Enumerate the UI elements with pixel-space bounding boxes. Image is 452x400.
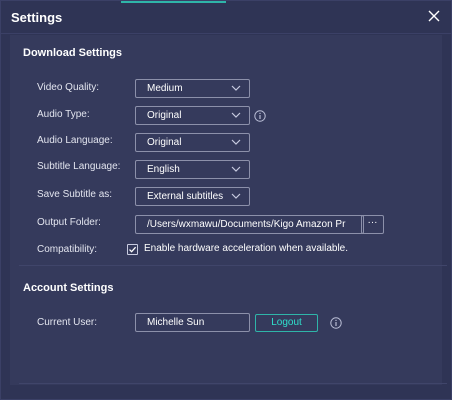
save-subtitle-value: External subtitles: [147, 191, 224, 202]
video-quality-select[interactable]: Medium: [135, 79, 250, 98]
hardware-acceleration-label: Enable hardware acceleration when availa…: [144, 243, 349, 254]
chevron-down-icon: [231, 193, 241, 199]
audio-type-select[interactable]: Original: [135, 106, 250, 125]
subtitle-language-label: Subtitle Language:: [37, 161, 121, 172]
browse-folder-button[interactable]: ···: [361, 215, 384, 234]
chevron-down-icon: [231, 166, 241, 172]
save-subtitle-label: Save Subtitle as:: [37, 189, 113, 200]
logout-button[interactable]: Logout: [255, 314, 318, 332]
audio-language-select[interactable]: Original: [135, 133, 250, 152]
chevron-down-icon: [231, 139, 241, 145]
close-button[interactable]: [427, 9, 441, 23]
checkmark-icon: [129, 246, 137, 253]
settings-panel: Download Settings Video Quality: Medium …: [10, 35, 447, 385]
dialog-title: Settings: [11, 10, 63, 25]
section-divider: [19, 265, 447, 266]
video-quality-label: Video Quality:: [37, 82, 100, 93]
bottom-divider: [19, 383, 447, 384]
subtitle-language-value: English: [147, 164, 180, 175]
info-icon[interactable]: [254, 110, 266, 122]
compatibility-label: Compatibility:: [37, 244, 98, 255]
download-settings-heading: Download Settings: [23, 47, 122, 59]
audio-language-label: Audio Language:: [37, 135, 113, 146]
save-subtitle-select[interactable]: External subtitles: [135, 187, 250, 206]
info-icon[interactable]: [330, 317, 342, 329]
audio-type-value: Original: [147, 110, 182, 121]
account-settings-heading: Account Settings: [23, 282, 114, 294]
video-quality-value: Medium: [147, 83, 183, 94]
chevron-down-icon: [231, 85, 241, 91]
current-user-label: Current User:: [37, 317, 98, 328]
output-folder-field[interactable]: /Users/wxmawu/Documents/Kigo Amazon Pr: [135, 215, 364, 234]
subtitle-language-select[interactable]: English: [135, 160, 250, 179]
output-folder-label: Output Folder:: [37, 217, 101, 228]
title-bar: Settings: [1, 1, 451, 34]
audio-type-label: Audio Type:: [37, 109, 90, 120]
close-icon: [428, 10, 440, 22]
settings-dialog: Settings Download Settings Video Quality…: [0, 0, 452, 400]
hardware-acceleration-checkbox[interactable]: [127, 244, 138, 255]
chevron-down-icon: [231, 112, 241, 118]
audio-language-value: Original: [147, 137, 182, 148]
current-user-field: Michelle Sun: [135, 313, 250, 332]
